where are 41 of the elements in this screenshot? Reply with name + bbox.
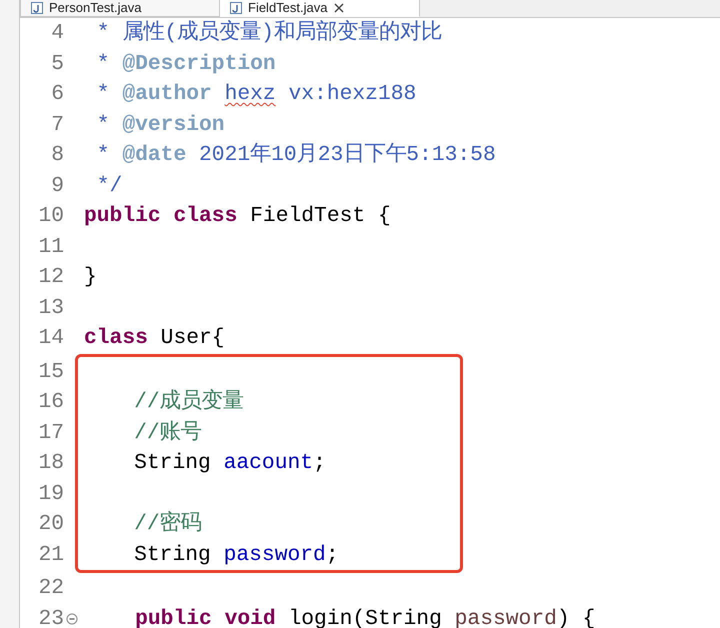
code-line: * @date 2021年10月23日下午5:13:58 bbox=[96, 143, 496, 167]
code-line: * @author hexz vx:hexz188 bbox=[96, 82, 416, 106]
line-number: 21 bbox=[38, 542, 64, 566]
line-number: 20 bbox=[38, 512, 64, 536]
code-line: String aacount; bbox=[133, 451, 326, 475]
editor-tab[interactable]: PersonTest.java bbox=[20, 0, 220, 17]
line-number: 18 bbox=[38, 451, 64, 475]
line-number: 4 bbox=[51, 21, 64, 45]
line-number: 16 bbox=[38, 390, 64, 414]
collapse-icon[interactable] bbox=[66, 612, 78, 624]
code-line: */ bbox=[96, 174, 122, 198]
code-line: String password; bbox=[133, 542, 339, 566]
code-line: public void login(String password) { bbox=[134, 606, 596, 628]
line-number: 19 bbox=[38, 482, 64, 506]
line-number: 5 bbox=[51, 52, 64, 76]
java-file-icon bbox=[31, 2, 43, 14]
line-number: 10 bbox=[38, 204, 64, 228]
code-line: //账号 bbox=[133, 420, 202, 444]
code-line: //成员变量 bbox=[133, 390, 244, 414]
code-line: } bbox=[84, 265, 97, 289]
line-number: 6 bbox=[51, 82, 64, 106]
java-file-icon bbox=[230, 2, 242, 14]
code-line: * @version bbox=[96, 112, 225, 136]
line-number: 17 bbox=[38, 420, 64, 444]
line-number: 15 bbox=[38, 360, 64, 384]
line-number: 14 bbox=[38, 326, 64, 350]
line-number: 12 bbox=[38, 265, 64, 289]
code-line: * 属性(成员变量)和局部变量的对比 bbox=[96, 21, 442, 45]
line-number: 8 bbox=[51, 143, 64, 167]
line-number: 7 bbox=[51, 112, 64, 136]
code-line: public class FieldTest { bbox=[84, 204, 391, 228]
line-number: 23 bbox=[38, 606, 64, 628]
editor-tab[interactable]: FieldTest.java bbox=[220, 0, 420, 17]
line-number: 13 bbox=[38, 296, 64, 320]
line-number: 22 bbox=[38, 576, 64, 600]
line-number: 9 bbox=[51, 174, 64, 198]
code-line: //密码 bbox=[133, 512, 202, 536]
close-icon[interactable] bbox=[333, 2, 346, 14]
line-number: 11 bbox=[38, 234, 64, 258]
code-line: * @Description bbox=[96, 52, 276, 76]
code-line: class User{ bbox=[84, 326, 225, 350]
